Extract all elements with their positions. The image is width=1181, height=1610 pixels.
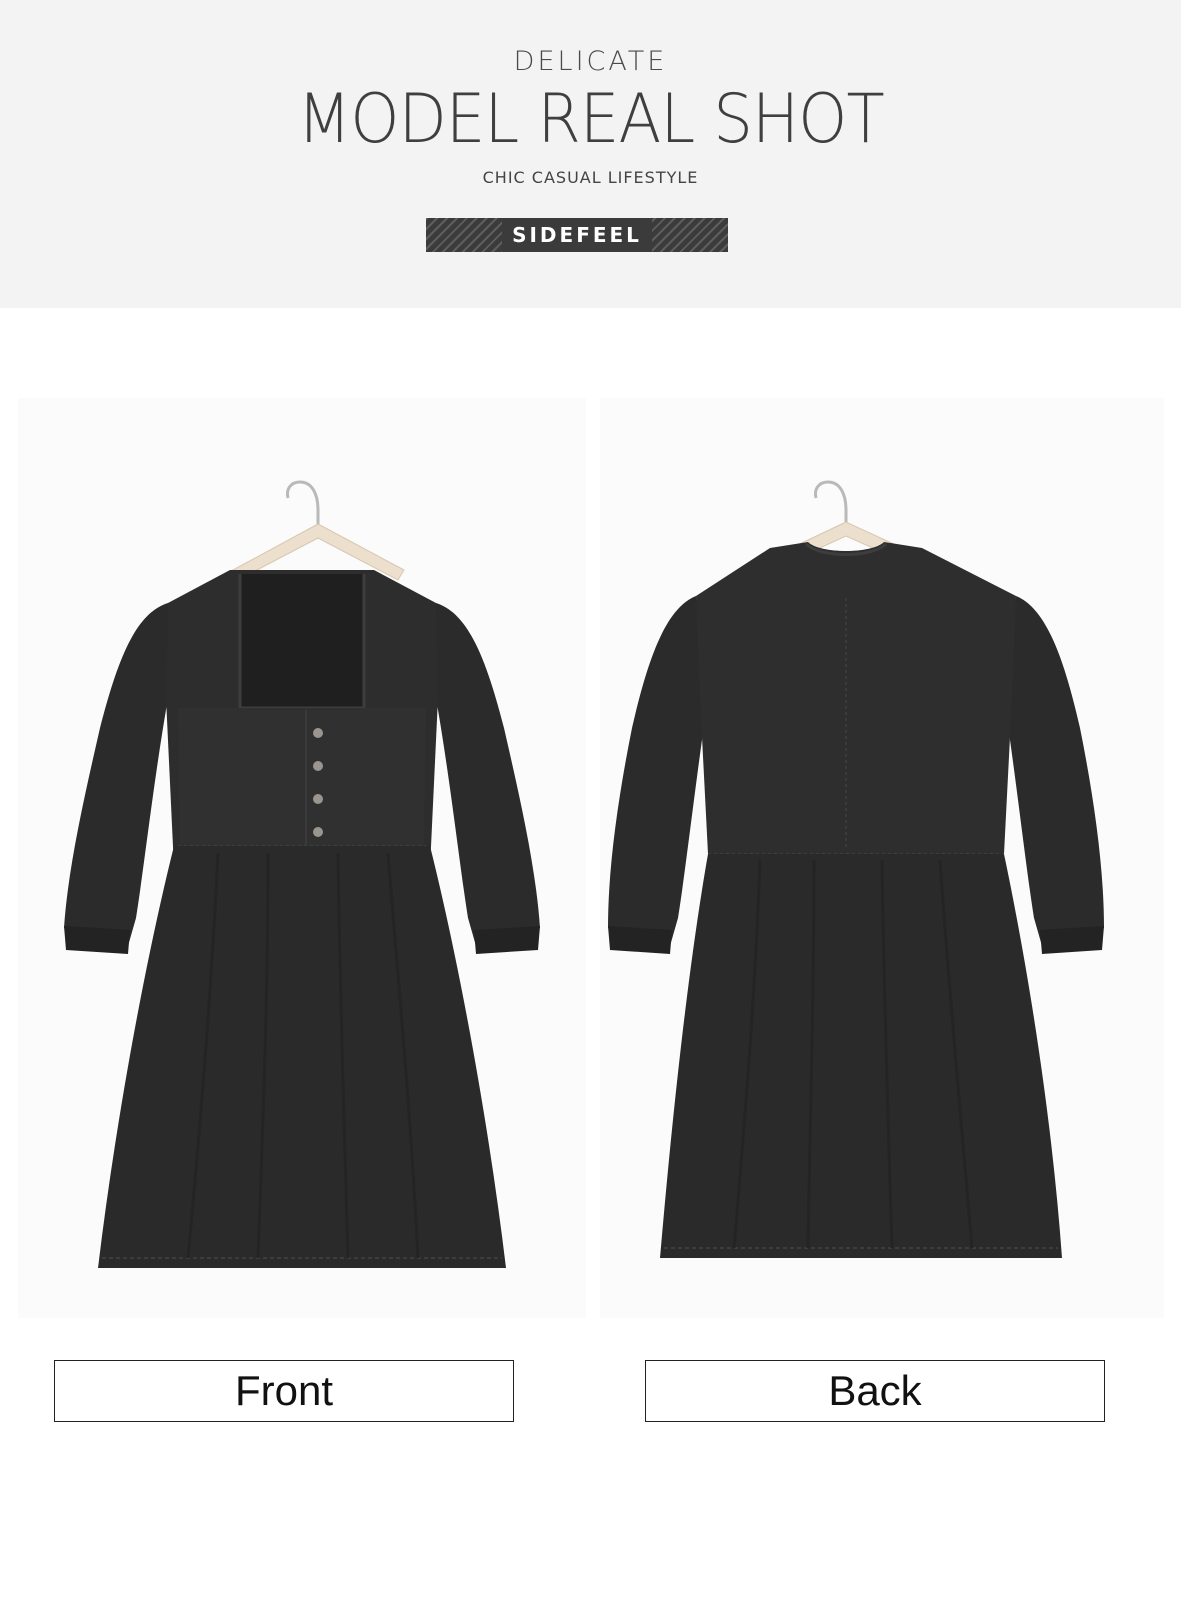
- brand-name: SIDEFEEL: [502, 218, 652, 252]
- back-dress-image: [608, 480, 1104, 1258]
- header-tagline: CHIC CASUAL LIFESTYLE: [482, 168, 699, 187]
- brand-badge: SIDEFEEL: [426, 218, 728, 252]
- header-banner: DELICATE MODEL REAL SHOT CHIC CASUAL LIF…: [0, 0, 1181, 308]
- front-label: Front: [54, 1360, 514, 1422]
- header-headline: MODEL REAL SHOT: [297, 80, 885, 159]
- front-photo: [18, 398, 586, 1318]
- back-photo: [600, 398, 1164, 1318]
- front-dress-image: [64, 480, 540, 1268]
- back-label: Back: [645, 1360, 1105, 1422]
- header-kicker: DELICATE: [513, 46, 668, 77]
